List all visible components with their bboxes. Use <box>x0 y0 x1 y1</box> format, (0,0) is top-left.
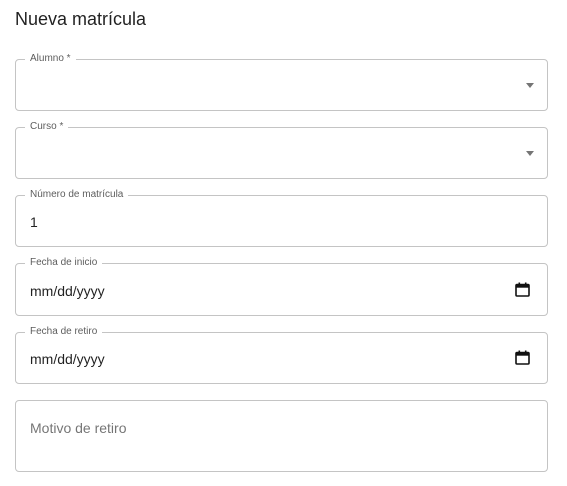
chevron-down-icon[interactable] <box>526 151 534 156</box>
form-title: Nueva matrícula <box>15 9 147 29</box>
alumno-select[interactable]: Alumno * <box>15 53 548 111</box>
alumno-label: Alumno * <box>25 53 76 65</box>
calendar-icon[interactable] <box>515 350 530 365</box>
fecha-inicio-label: Fecha de inicio <box>25 257 103 269</box>
motivo-retiro-placeholder: Motivo de retiro <box>30 420 127 436</box>
curso-select[interactable]: Curso * <box>15 121 548 179</box>
numero-matricula-value: 1 <box>30 214 38 230</box>
calendar-icon[interactable] <box>515 282 530 297</box>
fecha-retiro-value: mm/dd/yyyy <box>30 351 105 367</box>
fecha-inicio-value: mm/dd/yyyy <box>30 283 105 299</box>
curso-label: Curso * <box>25 121 69 133</box>
fecha-retiro-label: Fecha de retiro <box>25 326 103 338</box>
chevron-down-icon[interactable] <box>526 83 534 88</box>
fecha-inicio-input[interactable]: Fecha de inicio mm/dd/yyyy <box>15 257 548 316</box>
fecha-retiro-input[interactable]: Fecha de retiro mm/dd/yyyy <box>15 326 548 384</box>
motivo-retiro-textarea[interactable]: Motivo de retiro <box>15 400 548 472</box>
numero-matricula-input[interactable]: Número de matrícula 1 <box>15 189 548 247</box>
numero-matricula-label: Número de matrícula <box>25 189 129 201</box>
